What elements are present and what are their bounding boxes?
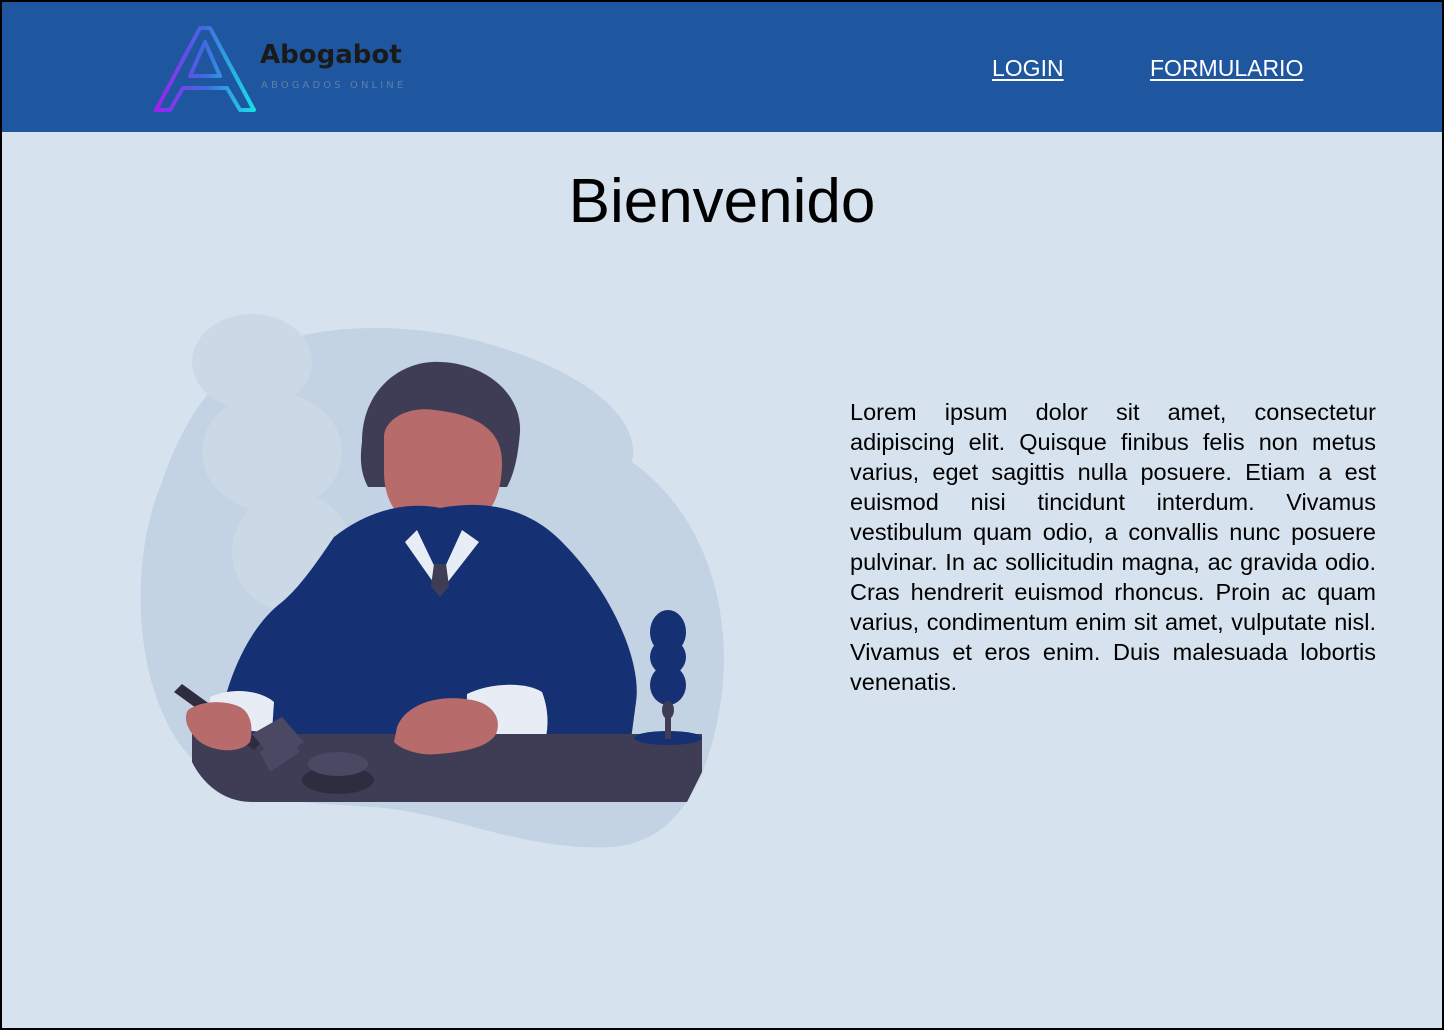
smoke-shape [202, 392, 342, 512]
gavel-base-top [308, 752, 368, 776]
mic-head [650, 665, 686, 705]
nav-formulario-link[interactable]: FORMULARIO [1150, 55, 1303, 82]
mic-tip [662, 701, 674, 719]
nav-login-link[interactable]: LOGIN [992, 55, 1064, 82]
a-logo-icon [154, 26, 256, 112]
judge-illustration [140, 314, 724, 848]
page-title: Bienvenido [568, 167, 876, 236]
brand-name: Abogabot [260, 40, 402, 70]
app-window: Abogabot ABOGADOS ONLINE LOGIN FORMULARI… [0, 0, 1444, 1030]
welcome-paragraph: Lorem ipsum dolor sit amet, consectetur … [850, 399, 1376, 695]
brand-logo[interactable]: Abogabot ABOGADOS ONLINE [154, 26, 434, 116]
top-header: Abogabot ABOGADOS ONLINE LOGIN FORMULARI… [2, 2, 1442, 132]
brand-tagline: ABOGADOS ONLINE [261, 80, 407, 91]
